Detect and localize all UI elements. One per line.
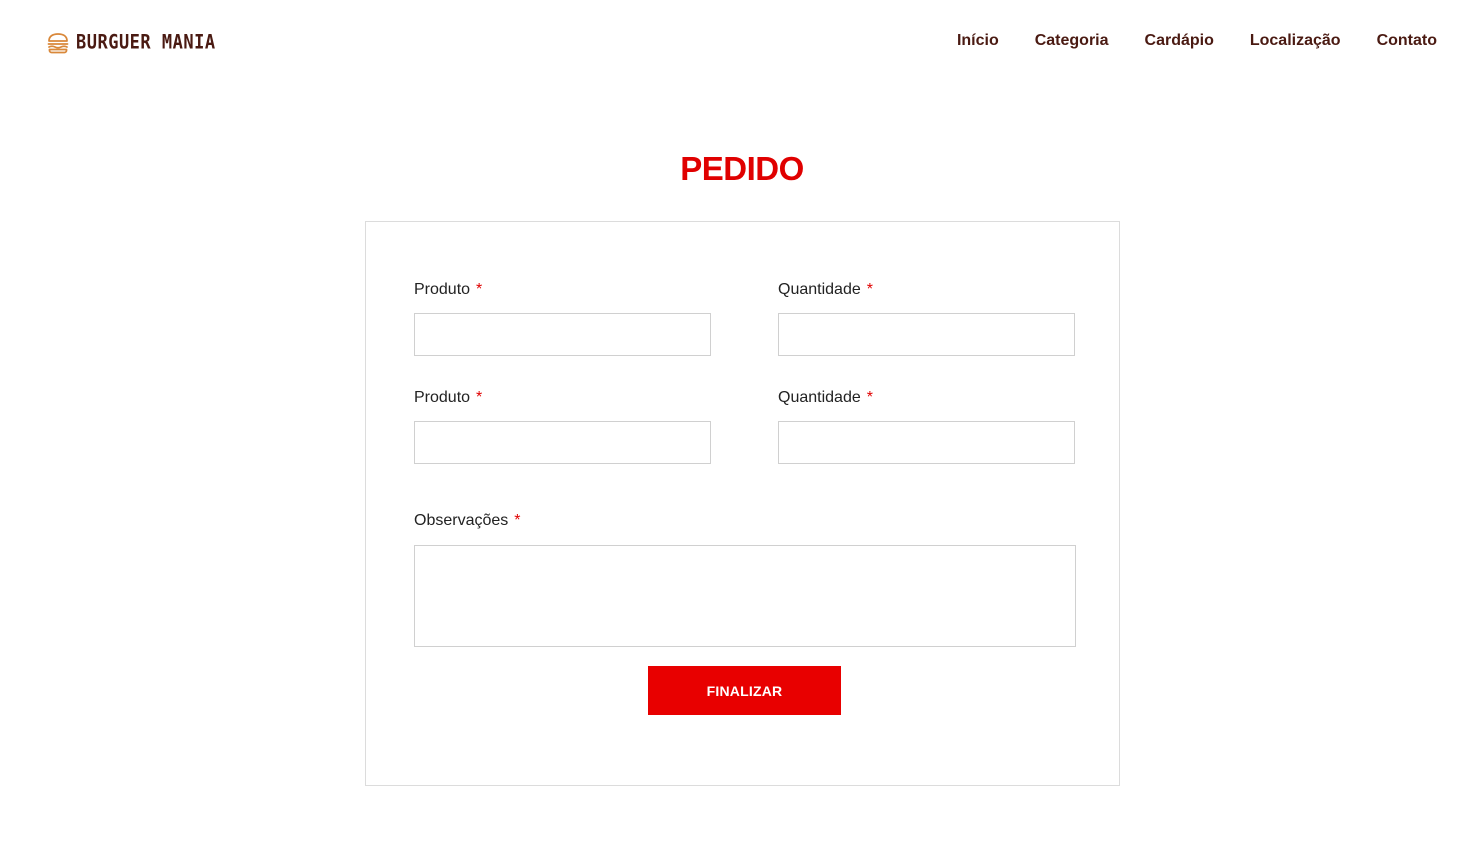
quantity-label-text-1: Quantidade	[778, 281, 861, 298]
page-title: PEDIDO	[680, 150, 804, 187]
product-input-2[interactable]	[414, 421, 711, 464]
quantity-label-2: Quantidade *	[778, 388, 873, 408]
product-label-text-2: Produto	[414, 389, 471, 406]
required-mark: *	[514, 512, 521, 529]
finalize-button[interactable]: FINALIZAR	[648, 666, 841, 715]
burger-icon	[46, 31, 70, 55]
nav-link-inicio[interactable]: Início	[957, 30, 999, 52]
quantity-label-1: Quantidade *	[778, 280, 873, 300]
nav-link-contato[interactable]: Contato	[1377, 30, 1437, 52]
logo-link[interactable]: BURGUER MANIA	[46, 30, 216, 56]
main-nav: Início Categoria Cardápio Localização Co…	[957, 30, 1437, 52]
logo-text: BURGUER MANIA	[76, 30, 216, 54]
notes-label: Observações *	[414, 511, 521, 531]
quantity-input-2[interactable]	[778, 421, 1075, 464]
product-input-1[interactable]	[414, 313, 711, 356]
notes-textarea[interactable]	[414, 545, 1076, 647]
notes-label-text: Observações	[414, 512, 509, 529]
required-mark: *	[476, 281, 483, 298]
required-mark: *	[866, 281, 873, 298]
product-label-2: Produto *	[414, 388, 482, 408]
order-form: Produto * Quantidade * Produto * Quantidade…	[365, 221, 1120, 786]
site-header: BURGUER MANIA Início Categoria Cardápio …	[0, 0, 1474, 84]
nav-link-localizacao[interactable]: Localização	[1250, 30, 1341, 52]
quantity-label-text-2: Quantidade	[778, 389, 861, 406]
product-label-1: Produto *	[414, 280, 482, 300]
nav-link-categoria[interactable]: Categoria	[1035, 30, 1109, 52]
nav-link-cardapio[interactable]: Cardápio	[1145, 30, 1214, 52]
required-mark: *	[866, 389, 873, 406]
quantity-input-1[interactable]	[778, 313, 1075, 356]
required-mark: *	[476, 389, 483, 406]
product-label-text-1: Produto	[414, 281, 471, 298]
